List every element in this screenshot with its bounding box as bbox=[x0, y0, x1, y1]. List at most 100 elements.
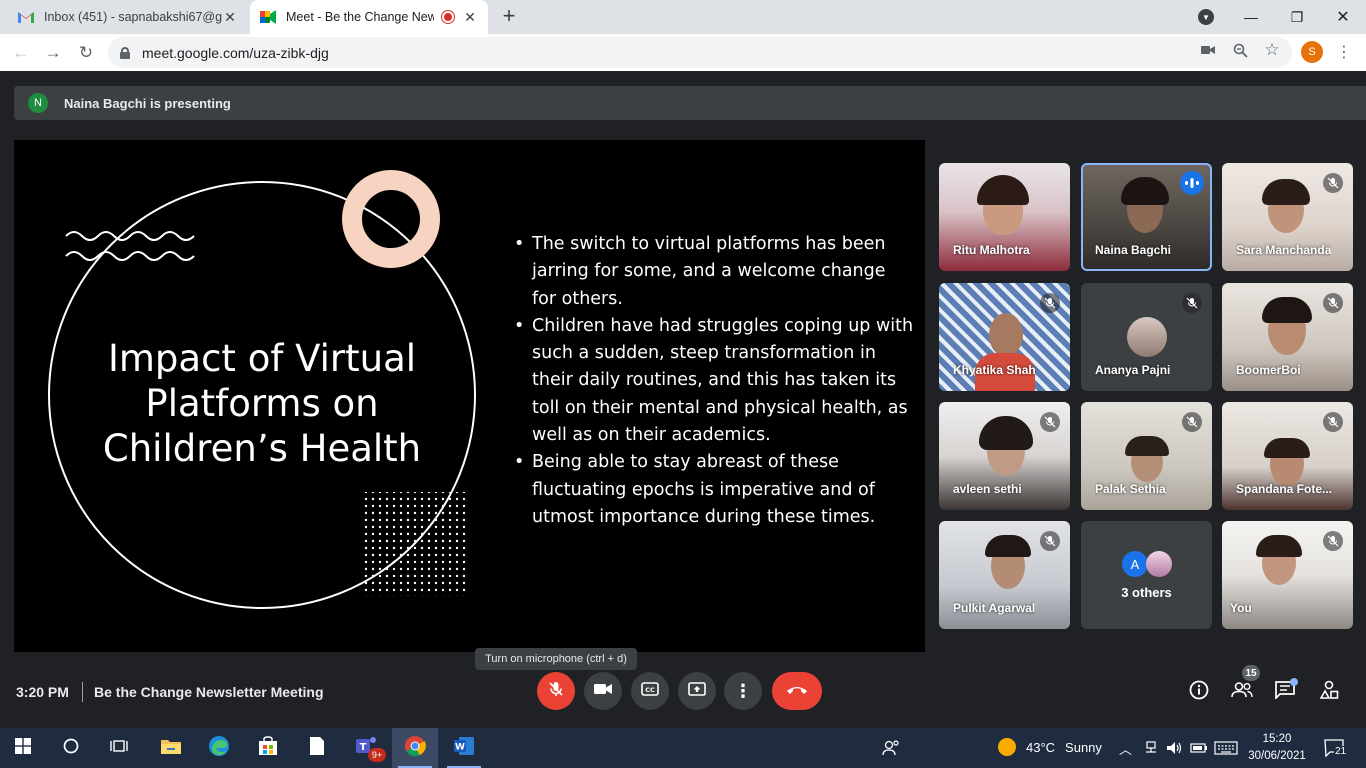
participant-name: Palak Sethia bbox=[1095, 482, 1166, 496]
slide-bullet: Being able to stay abreast of these fluc… bbox=[514, 449, 914, 531]
participant-video bbox=[1262, 297, 1312, 323]
meet-controls-bar: 3:20 PM Be the Change Newsletter Meeting… bbox=[0, 665, 1366, 716]
back-arrow-icon[interactable]: ← bbox=[8, 40, 34, 66]
weather-temp: 43°C bbox=[1026, 739, 1056, 755]
teams-button[interactable]: T 9+ bbox=[344, 728, 390, 768]
edge-browser-button[interactable] bbox=[196, 728, 242, 768]
svg-text:T: T bbox=[360, 742, 367, 753]
mic-off-icon bbox=[1323, 293, 1343, 313]
activities-button[interactable] bbox=[1317, 680, 1341, 704]
people-tray-icon[interactable] bbox=[882, 739, 900, 760]
participant-name: BoomerBoi bbox=[1236, 363, 1301, 377]
participant-name: Ritu Malhotra bbox=[953, 243, 1030, 257]
participant-tile[interactable]: Ritu Malhotra bbox=[939, 163, 1070, 271]
store-button[interactable] bbox=[245, 728, 291, 768]
participant-name: Naina Bagchi bbox=[1095, 243, 1172, 257]
reload-icon[interactable]: ↻ bbox=[73, 40, 99, 66]
start-button[interactable] bbox=[0, 728, 46, 768]
tab-search-icon[interactable]: ▼ bbox=[1198, 9, 1214, 25]
forward-arrow-icon[interactable]: → bbox=[40, 40, 66, 66]
participant-tile[interactable]: Pulkit Agarwal bbox=[939, 521, 1070, 629]
others-tile[interactable]: A 3 others bbox=[1081, 521, 1212, 629]
search-button[interactable] bbox=[48, 728, 94, 768]
participant-video bbox=[989, 313, 1023, 357]
windows-taskbar: T 9+ W 43°C Sunny ︿ 15:20 30/06/2021 21 bbox=[0, 728, 1366, 768]
volume-icon[interactable] bbox=[1166, 740, 1184, 759]
mic-off-icon bbox=[1323, 412, 1343, 432]
notification-center-button[interactable]: 21 bbox=[1324, 738, 1348, 758]
present-screen-button[interactable] bbox=[678, 672, 716, 710]
bookmark-star-icon[interactable]: ☆ bbox=[1263, 40, 1281, 59]
tab-meet[interactable]: Meet - Be the Change Newsl ✕ bbox=[250, 0, 488, 34]
zoom-icon[interactable] bbox=[1231, 41, 1249, 59]
document-icon bbox=[309, 736, 325, 761]
participant-tile[interactable]: BoomerBoi bbox=[1222, 283, 1353, 391]
participant-tile[interactable]: Khyatika Shah bbox=[939, 283, 1070, 391]
participant-tile[interactable]: Palak Sethia bbox=[1081, 402, 1212, 510]
mic-off-icon bbox=[1182, 412, 1202, 432]
tab-gmail[interactable]: Inbox (451) - sapnabakshi67@gm ✕ bbox=[8, 0, 248, 34]
task-view-button[interactable] bbox=[96, 728, 142, 768]
participant-tile[interactable]: Naina Bagchi bbox=[1081, 163, 1212, 271]
shared-slide: Impact of Virtual Platforms on Children’… bbox=[14, 140, 925, 652]
chevron-up-icon[interactable]: ︿ bbox=[1119, 739, 1132, 758]
battery-icon[interactable] bbox=[1190, 740, 1208, 759]
document-button[interactable] bbox=[294, 728, 340, 768]
captions-button[interactable]: CC bbox=[631, 672, 669, 710]
camera-icon[interactable] bbox=[1199, 41, 1217, 59]
file-explorer-button[interactable] bbox=[148, 728, 194, 768]
new-tab-button[interactable]: + bbox=[498, 5, 520, 28]
participant-tile[interactable]: avleen sethi bbox=[939, 402, 1070, 510]
participant-video bbox=[1125, 436, 1169, 456]
close-tab-icon[interactable]: ✕ bbox=[462, 9, 478, 26]
presenter-avatar: N bbox=[28, 93, 48, 113]
people-count-badge: 15 bbox=[1242, 665, 1260, 681]
network-icon[interactable] bbox=[1143, 740, 1159, 759]
participant-tile[interactable]: Sara Manchanda bbox=[1222, 163, 1353, 271]
microphone-button[interactable] bbox=[537, 672, 575, 710]
mic-off-icon bbox=[1182, 293, 1202, 313]
mic-off-icon bbox=[1323, 173, 1343, 193]
chrome-button[interactable] bbox=[392, 728, 438, 768]
participant-tile[interactable]: Ananya Pajni bbox=[1081, 283, 1212, 391]
hang-up-icon bbox=[786, 682, 808, 700]
info-icon bbox=[1189, 680, 1209, 705]
slide-title: Impact of Virtual Platforms on Children’… bbox=[102, 337, 422, 470]
meeting-time: 3:20 PM bbox=[16, 684, 69, 700]
browser-menu-icon[interactable]: ⋮ bbox=[1336, 41, 1352, 63]
keyboard-icon[interactable] bbox=[1214, 740, 1238, 759]
leave-call-button[interactable] bbox=[772, 672, 822, 710]
show-everyone-button[interactable] bbox=[1230, 680, 1254, 704]
meet-icon bbox=[260, 9, 276, 25]
close-tab-icon[interactable]: ✕ bbox=[222, 9, 238, 26]
profile-avatar[interactable]: S bbox=[1301, 41, 1323, 63]
meeting-details-button[interactable] bbox=[1187, 680, 1211, 704]
more-options-button[interactable]: ⋮ bbox=[724, 672, 762, 710]
svg-text:W: W bbox=[455, 742, 465, 752]
address-bar[interactable]: meet.google.com/uza-zibk-djg bbox=[108, 37, 1292, 68]
minimize-button[interactable]: — bbox=[1228, 0, 1274, 34]
participant-name: Spandana Fote... bbox=[1236, 482, 1333, 496]
camera-button[interactable] bbox=[584, 672, 622, 710]
closed-captions-icon: CC bbox=[641, 681, 659, 701]
participant-video bbox=[979, 416, 1033, 450]
url-text: meet.google.com/uza-zibk-djg bbox=[142, 44, 329, 61]
others-avatar: A bbox=[1122, 551, 1148, 577]
mic-off-icon bbox=[1040, 293, 1060, 313]
participant-tile-self[interactable]: You bbox=[1222, 521, 1353, 629]
word-button[interactable]: W bbox=[441, 728, 487, 768]
participant-video bbox=[985, 535, 1031, 557]
system-clock[interactable]: 15:20 30/06/2021 bbox=[1242, 731, 1312, 765]
close-window-button[interactable]: ✕ bbox=[1320, 0, 1366, 34]
microphone-tooltip: Turn on microphone (ctrl + d) bbox=[475, 648, 637, 670]
weather-widget[interactable]: 43°C Sunny bbox=[998, 738, 1102, 756]
slide-bullet: Children have had struggles coping up wi… bbox=[514, 313, 914, 449]
present-screen-icon bbox=[688, 681, 706, 701]
tab-title: Meet - Be the Change Newsl bbox=[286, 10, 434, 24]
mic-off-icon bbox=[1323, 531, 1343, 551]
restore-button[interactable]: ❐ bbox=[1274, 0, 1320, 34]
chat-notification-dot bbox=[1290, 678, 1298, 686]
participant-video bbox=[1256, 535, 1302, 557]
others-label: 3 others bbox=[1121, 585, 1172, 600]
participant-tile[interactable]: Spandana Fote... bbox=[1222, 402, 1353, 510]
